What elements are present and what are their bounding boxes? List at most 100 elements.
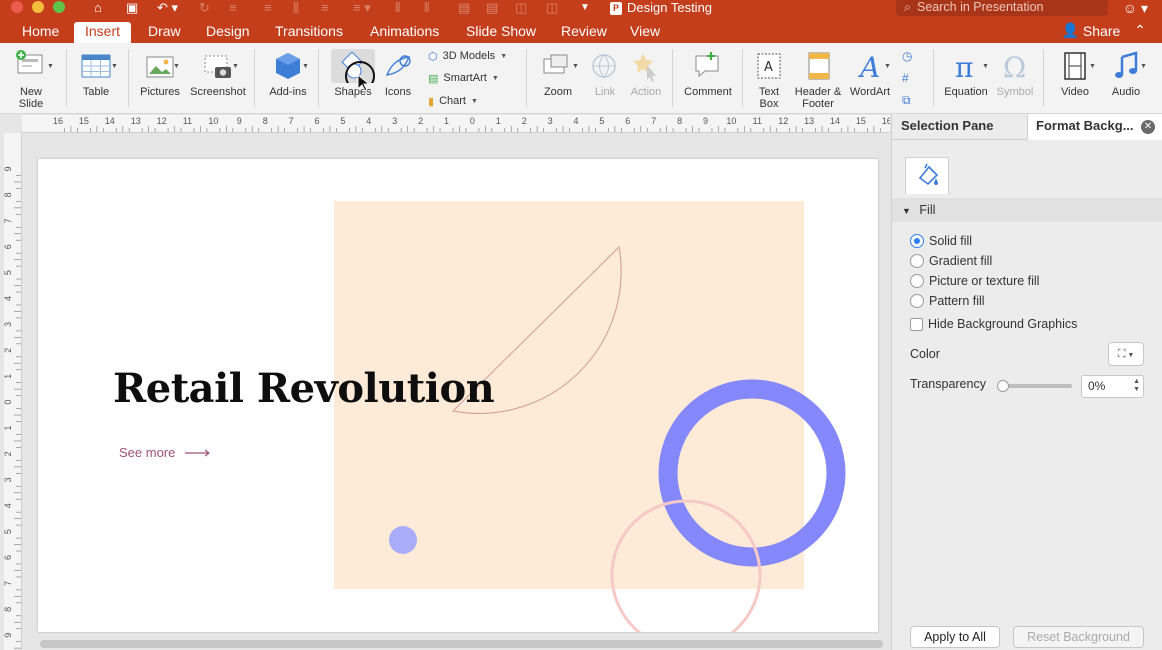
collapse-ribbon-icon[interactable]: ⌃ <box>1134 22 1146 39</box>
arrange-icon[interactable]: ▤ <box>458 0 470 16</box>
transparency-stepper[interactable]: ▲ ▼ <box>1133 378 1140 394</box>
fill-color-picker[interactable]: ⛶ ▼ <box>1108 342 1144 366</box>
ruler-tick-label: 8 <box>4 607 13 612</box>
document-title: P Design Testing <box>610 0 712 16</box>
chevron-down-icon[interactable]: ▼ <box>111 63 118 70</box>
solid-fill-radio[interactable] <box>910 234 924 248</box>
transparency-slider-track[interactable] <box>1002 384 1072 388</box>
chevron-down-icon[interactable]: ▼ <box>572 63 579 70</box>
icons-button[interactable]: Icons <box>381 49 415 98</box>
tab-animations[interactable]: Animations <box>370 22 439 43</box>
blue-ring-shape[interactable] <box>658 379 846 567</box>
distribute-icon[interactable]: ⫴ <box>424 0 429 16</box>
solid-fill-option[interactable]: Solid fill <box>910 234 972 248</box>
minimize-window-button[interactable] <box>32 1 44 13</box>
align-icon[interactable]: ≡ <box>264 0 272 16</box>
share-button[interactable]: 👤 Share ⌃ <box>1061 22 1146 39</box>
customize-toolbar-icon[interactable]: ▼ <box>580 0 590 16</box>
align-icon[interactable]: ≡ ▾ <box>353 0 371 16</box>
audio-button[interactable]: Audio <box>1106 49 1146 98</box>
transparency-slider-handle[interactable] <box>997 380 1009 392</box>
close-window-button[interactable] <box>11 1 23 13</box>
comment-button[interactable]: Comment <box>682 49 734 98</box>
reset-background-button[interactable]: Reset Background <box>1013 626 1144 648</box>
align-icon[interactable]: ≡ <box>321 0 329 16</box>
picture-texture-fill-radio[interactable] <box>910 274 924 288</box>
object-icon[interactable]: ⧉ <box>902 89 922 111</box>
ruler-tick-label: 2 <box>418 116 423 126</box>
new-slide-button[interactable]: New Slide <box>8 49 54 110</box>
undo-icon[interactable]: ↶ ▾ <box>157 0 178 16</box>
chevron-down-icon[interactable]: ▼ <box>884 63 891 70</box>
zoom-button[interactable]: Zoom <box>538 49 578 98</box>
tab-view[interactable]: View <box>630 22 660 43</box>
pattern-fill-option[interactable]: Pattern fill <box>910 294 985 308</box>
ruler-tick-label: 7 <box>4 581 13 586</box>
tab-review[interactable]: Review <box>561 22 607 43</box>
screenshot-button[interactable]: Screenshot <box>187 49 249 98</box>
blue-dot-shape[interactable] <box>389 526 417 554</box>
slide-title[interactable]: Retail Revolution <box>113 365 495 412</box>
zoom-window-button[interactable] <box>53 1 65 13</box>
horizontal-scrollbar[interactable] <box>40 640 883 648</box>
chevron-down-icon[interactable]: ▼ <box>302 63 309 70</box>
close-icon[interactable]: ✕ <box>1141 120 1155 134</box>
symbol-button[interactable]: Ω Symbol <box>994 49 1036 98</box>
chevron-down-icon[interactable]: ▼ <box>982 63 989 70</box>
pictures-button[interactable]: Pictures <box>137 49 183 98</box>
redo-icon[interactable]: ↻ <box>199 0 210 16</box>
video-button[interactable]: Video <box>1053 49 1097 98</box>
add-ins-button[interactable]: Add-ins <box>265 49 311 98</box>
date-time-icon[interactable]: ◷ <box>902 45 922 67</box>
tab-insert[interactable]: Insert <box>74 22 132 43</box>
see-more-link[interactable]: See more <box>119 445 211 460</box>
tab-draw[interactable]: Draw <box>148 22 181 43</box>
wordart-button[interactable]: A WordArt <box>847 49 893 98</box>
picture-texture-fill-option[interactable]: Picture or texture fill <box>910 274 1039 288</box>
save-icon[interactable]: ▣ <box>126 0 138 16</box>
action-button[interactable]: Action <box>627 49 665 98</box>
triangle-down-icon: ▼ <box>902 206 911 216</box>
slide[interactable]: Retail Revolution See more <box>38 159 878 632</box>
table-button[interactable]: Table <box>76 49 116 98</box>
align-icon[interactable]: ⫼ <box>293 0 299 16</box>
tab-transitions[interactable]: Transitions <box>275 22 343 43</box>
apply-to-all-button[interactable]: Apply to All <box>910 626 1000 648</box>
fill-section-header[interactable]: ▼ Fill <box>892 198 1162 222</box>
tab-selection-pane[interactable]: Selection Pane <box>901 114 993 140</box>
tab-design[interactable]: Design <box>206 22 250 43</box>
transparency-input[interactable]: 0% ▲ ▼ <box>1081 375 1144 398</box>
search-input[interactable]: ⌕ Search in Presentation <box>896 0 1108 16</box>
text-box-button[interactable]: A Text Box <box>751 49 787 110</box>
distribute-icon[interactable]: ⫴ <box>395 0 400 16</box>
arrange-icon[interactable]: ▤ <box>486 0 498 16</box>
chevron-down-icon[interactable]: ▼ <box>1089 63 1096 70</box>
chevron-down-icon: ▼ <box>500 52 508 60</box>
screenshot-icon <box>201 49 235 83</box>
chevron-down-icon[interactable]: ▼ <box>232 63 239 70</box>
chevron-down-icon[interactable]: ▼ <box>47 63 54 70</box>
group-icon[interactable]: ◫ <box>515 0 527 16</box>
equation-button[interactable]: π Equation <box>942 49 990 98</box>
group-icon[interactable]: ◫ <box>546 0 558 16</box>
pattern-fill-radio[interactable] <box>910 294 924 308</box>
ruler-tick-label: 2 <box>4 451 13 456</box>
fill-category-tab[interactable] <box>905 157 949 194</box>
gradient-fill-option[interactable]: Gradient fill <box>910 254 992 268</box>
header-footer-button[interactable]: Header & Footer <box>793 49 843 110</box>
chevron-down-icon[interactable]: ▼ <box>1140 63 1147 70</box>
slide-number-icon[interactable]: # <box>902 67 922 89</box>
tab-home[interactable]: Home <box>22 22 59 43</box>
feedback-smiley-icon[interactable]: ☺ ▾ <box>1123 0 1148 16</box>
tab-slide-show[interactable]: Slide Show <box>466 22 536 43</box>
align-icon[interactable]: ≡ <box>229 0 237 16</box>
gradient-fill-radio[interactable] <box>910 254 924 268</box>
home-icon[interactable]: ⌂ <box>94 0 102 16</box>
3d-models-button[interactable]: ⬡ 3D Models ▼ <box>428 47 507 65</box>
link-button[interactable]: Link <box>588 49 622 98</box>
chevron-down-icon[interactable]: ▼ <box>173 63 180 70</box>
hide-background-graphics-checkbox[interactable] <box>910 317 923 331</box>
hide-background-graphics-option[interactable]: Hide Background Graphics <box>910 317 1077 331</box>
smartart-button[interactable]: ▤ SmartArt ▼ <box>428 69 499 87</box>
chart-button[interactable]: ▮ Chart ▼ <box>428 92 478 110</box>
